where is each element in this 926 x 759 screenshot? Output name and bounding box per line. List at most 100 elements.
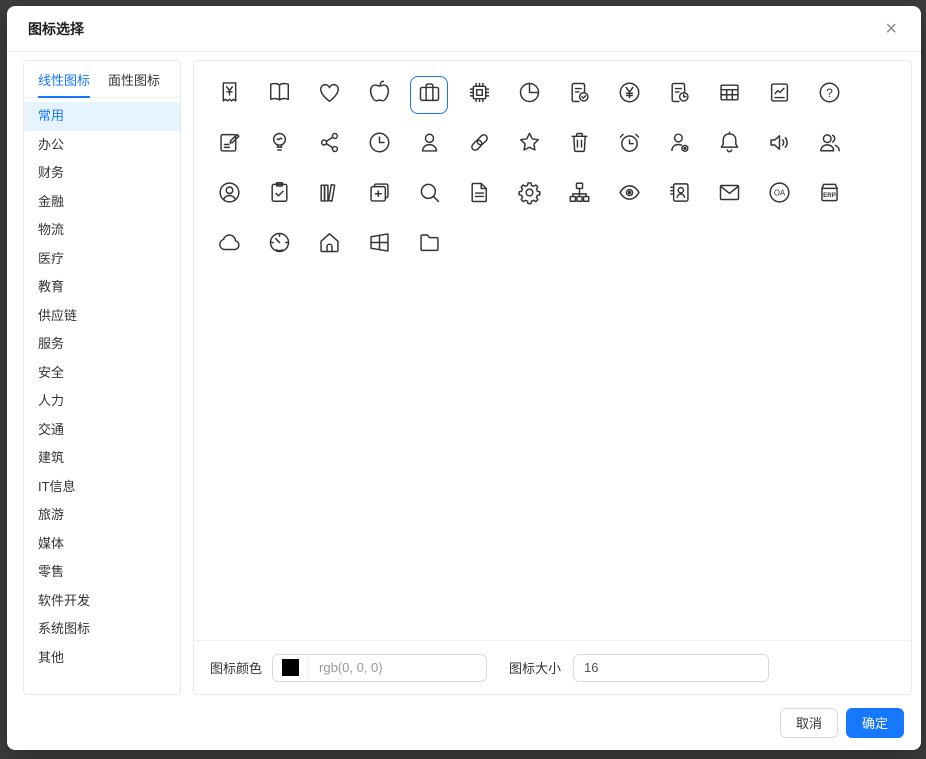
icon-cell-speaker[interactable] xyxy=(760,126,798,164)
icon-cell-user-circle[interactable] xyxy=(210,176,248,214)
document-check-icon xyxy=(566,79,593,111)
icon-panel: ? OA ERP 图标颜色 图标大小 xyxy=(193,60,912,695)
category-item[interactable]: 安全 xyxy=(24,359,180,388)
question-circle-icon: ? xyxy=(816,79,843,111)
icon-grid: ? OA ERP xyxy=(194,61,911,640)
icon-cell-dashboard-gauge[interactable] xyxy=(260,226,298,264)
books-icon xyxy=(316,179,343,211)
share-nodes-icon xyxy=(316,129,343,161)
dialog-header: 图标选择 × xyxy=(7,6,921,52)
category-item[interactable]: 财务 xyxy=(24,159,180,188)
icon-cell-light-bulb[interactable] xyxy=(260,126,298,164)
bell-icon xyxy=(716,129,743,161)
icon-size-input[interactable] xyxy=(573,654,769,682)
icon-cell-books[interactable] xyxy=(310,176,348,214)
search-icon xyxy=(416,179,443,211)
icon-cell-yen-circle[interactable] xyxy=(610,76,648,114)
icon-cell-clipboard-check[interactable] xyxy=(260,176,298,214)
alarm-clock-icon xyxy=(616,129,643,161)
icon-cell-link[interactable] xyxy=(460,126,498,164)
category-item[interactable]: 物流 xyxy=(24,216,180,245)
icon-cell-question-circle[interactable]: ? xyxy=(810,76,848,114)
category-item[interactable]: 系统图标 xyxy=(24,615,180,644)
user-icon xyxy=(416,129,443,161)
category-item[interactable]: 医疗 xyxy=(24,245,180,274)
category-list: 常用办公财务金融物流医疗教育供应链服务安全人力交通建筑IT信息旅游媒体零售软件开… xyxy=(24,98,180,694)
icon-controls-bar: 图标颜色 图标大小 xyxy=(194,640,911,694)
icon-cell-eye[interactable] xyxy=(610,176,648,214)
team-icon xyxy=(816,129,843,161)
icon-cell-user[interactable] xyxy=(410,126,448,164)
icon-cell-gear[interactable] xyxy=(510,176,548,214)
clipboard-check-icon xyxy=(266,179,293,211)
category-item[interactable]: 建筑 xyxy=(24,444,180,473)
report-chart-icon xyxy=(766,79,793,111)
book-open-icon xyxy=(266,79,293,111)
icon-cell-oa-badge[interactable]: OA xyxy=(760,176,798,214)
icon-color-input[interactable] xyxy=(309,660,486,675)
icon-cell-bell[interactable] xyxy=(710,126,748,164)
icon-cell-cloud[interactable] xyxy=(210,226,248,264)
category-item[interactable]: 人力 xyxy=(24,387,180,416)
icon-cell-share-nodes[interactable] xyxy=(310,126,348,164)
category-item[interactable]: 其他 xyxy=(24,644,180,673)
icon-cell-folder[interactable] xyxy=(410,226,448,264)
trash-icon xyxy=(566,129,593,161)
tab-filled-icons[interactable]: 面性图标 xyxy=(108,61,160,97)
icon-cell-edit-note[interactable] xyxy=(210,126,248,164)
document-icon xyxy=(466,179,493,211)
icon-cell-search[interactable] xyxy=(410,176,448,214)
icon-cell-apple[interactable] xyxy=(360,76,398,114)
org-chart-icon xyxy=(566,179,593,211)
icon-cell-document[interactable] xyxy=(460,176,498,214)
category-item[interactable]: 服务 xyxy=(24,330,180,359)
icon-cell-book-open[interactable] xyxy=(260,76,298,114)
icon-cell-invoice[interactable] xyxy=(210,76,248,114)
id-card-icon xyxy=(666,179,693,211)
category-panel: 线性图标面性图标 常用办公财务金融物流医疗教育供应链服务安全人力交通建筑IT信息… xyxy=(23,60,181,695)
icon-cell-document-check[interactable] xyxy=(560,76,598,114)
tab-linear-icons[interactable]: 线性图标 xyxy=(38,61,90,97)
category-item[interactable]: 办公 xyxy=(24,131,180,160)
icon-cell-trash[interactable] xyxy=(560,126,598,164)
oa-badge-icon: OA xyxy=(766,179,793,211)
icon-cell-table-grid[interactable] xyxy=(710,76,748,114)
category-item[interactable]: IT信息 xyxy=(24,473,180,502)
clock-icon xyxy=(366,129,393,161)
icon-cell-org-chart[interactable] xyxy=(560,176,598,214)
icon-cell-home[interactable] xyxy=(310,226,348,264)
icon-cell-heart[interactable] xyxy=(310,76,348,114)
category-item[interactable]: 媒体 xyxy=(24,530,180,559)
category-item[interactable]: 交通 xyxy=(24,416,180,445)
icon-cell-copy-plus[interactable] xyxy=(360,176,398,214)
category-item[interactable]: 常用 xyxy=(24,102,180,131)
close-icon[interactable]: × xyxy=(885,19,897,39)
envelope-icon xyxy=(716,179,743,211)
icon-cell-envelope[interactable] xyxy=(710,176,748,214)
icon-cell-id-card[interactable] xyxy=(660,176,698,214)
icon-cell-team[interactable] xyxy=(810,126,848,164)
category-item[interactable]: 零售 xyxy=(24,558,180,587)
icon-cell-star[interactable] xyxy=(510,126,548,164)
icon-cell-user-settings[interactable] xyxy=(660,126,698,164)
icon-cell-windows[interactable] xyxy=(360,226,398,264)
color-swatch-button[interactable] xyxy=(273,655,309,681)
category-item[interactable]: 旅游 xyxy=(24,501,180,530)
icon-cell-pie-chart[interactable] xyxy=(510,76,548,114)
star-icon xyxy=(516,129,543,161)
icon-cell-cpu-chip[interactable] xyxy=(460,76,498,114)
icon-cell-alarm-clock[interactable] xyxy=(610,126,648,164)
category-item[interactable]: 金融 xyxy=(24,188,180,217)
icon-cell-document-clock[interactable] xyxy=(660,76,698,114)
icon-cell-report-chart[interactable] xyxy=(760,76,798,114)
icon-cell-briefcase[interactable] xyxy=(410,76,448,114)
category-item[interactable]: 教育 xyxy=(24,273,180,302)
icon-cell-clock[interactable] xyxy=(360,126,398,164)
cancel-button[interactable]: 取消 xyxy=(780,708,838,738)
tab-bar: 线性图标面性图标 xyxy=(24,61,180,98)
icon-cell-erp-box[interactable]: ERP xyxy=(810,176,848,214)
eye-icon xyxy=(616,179,643,211)
confirm-button[interactable]: 确定 xyxy=(846,708,904,738)
category-item[interactable]: 软件开发 xyxy=(24,587,180,616)
category-item[interactable]: 供应链 xyxy=(24,302,180,331)
